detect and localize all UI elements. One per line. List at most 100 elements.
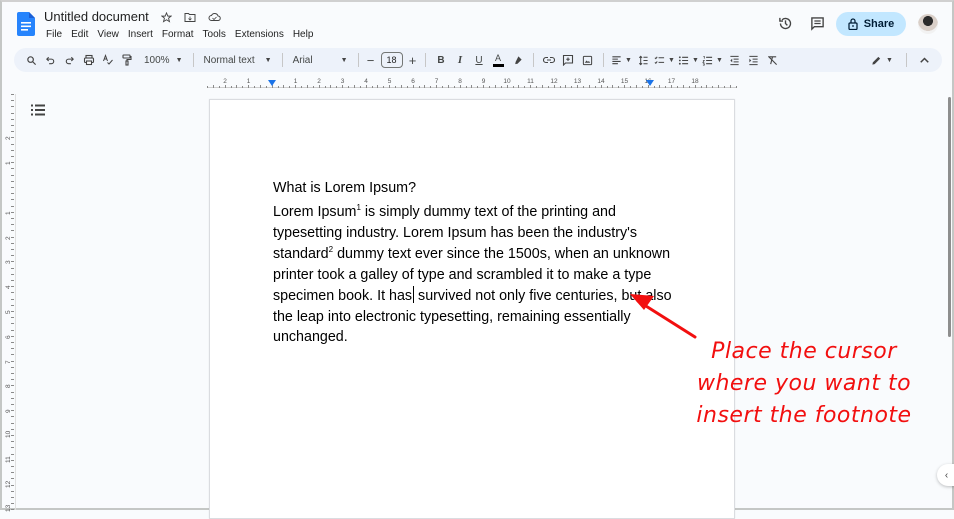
align-left-icon bbox=[612, 55, 621, 64]
user-avatar[interactable] bbox=[918, 14, 938, 34]
ruler-label: 8 bbox=[458, 78, 462, 85]
line-spacing-icon[interactable] bbox=[634, 50, 653, 70]
share-button[interactable]: Share bbox=[836, 12, 906, 36]
ruler-tick bbox=[11, 478, 14, 480]
ruler-tick bbox=[536, 86, 537, 88]
move-to-folder-icon[interactable] bbox=[183, 10, 197, 24]
ruler-tick bbox=[289, 86, 291, 88]
decrease-indent-icon[interactable] bbox=[725, 50, 744, 70]
document-outline-icon[interactable] bbox=[31, 104, 45, 116]
share-label: Share bbox=[863, 18, 895, 30]
cloud-saved-icon[interactable] bbox=[207, 10, 221, 24]
document-paragraph[interactable]: Lorem Ipsum1 is simply dummy text of the… bbox=[273, 202, 683, 348]
ruler-tick bbox=[11, 242, 14, 244]
ruler-tick bbox=[11, 441, 14, 443]
bulleted-list-dropdown[interactable]: ▼ bbox=[677, 50, 701, 70]
increase-indent-icon[interactable] bbox=[744, 50, 763, 70]
menu-tools[interactable]: Tools bbox=[203, 29, 226, 40]
version-history-icon[interactable] bbox=[775, 13, 795, 33]
increase-font-size-button[interactable]: + bbox=[407, 50, 419, 70]
document-page[interactable]: What is Lorem Ipsum? Lorem Ipsum1 is sim… bbox=[209, 99, 735, 519]
insert-image-icon[interactable] bbox=[578, 50, 597, 70]
menu-file[interactable]: File bbox=[46, 29, 62, 40]
ruler-tick bbox=[11, 397, 14, 399]
spellcheck-icon[interactable] bbox=[98, 50, 117, 70]
menu-insert[interactable]: Insert bbox=[128, 29, 153, 40]
checklist-dropdown[interactable]: ▼ bbox=[653, 50, 677, 70]
annotation-line-3: insert the footnote bbox=[696, 403, 912, 428]
text-run: Lorem Ipsum bbox=[273, 204, 357, 220]
ruler-tick bbox=[11, 180, 14, 182]
ruler-tick bbox=[700, 86, 702, 88]
ruler-label: 6 bbox=[411, 78, 415, 85]
add-comment-icon[interactable] bbox=[559, 50, 578, 70]
menu-format[interactable]: Format bbox=[162, 29, 194, 40]
text-color-icon[interactable]: A bbox=[489, 50, 508, 70]
ruler-tick bbox=[11, 428, 14, 430]
comments-icon[interactable] bbox=[807, 13, 827, 33]
paragraph-style-dropdown[interactable]: Normal text ▼ bbox=[200, 55, 276, 66]
ruler-tick bbox=[11, 218, 14, 219]
ruler-tick bbox=[624, 85, 626, 88]
ruler-tick bbox=[447, 85, 449, 88]
menu-view[interactable]: View bbox=[97, 29, 119, 40]
ruler-label: 9 bbox=[481, 78, 486, 85]
vertical-scrollbar[interactable] bbox=[948, 97, 951, 337]
document-heading[interactable]: What is Lorem Ipsum? bbox=[273, 178, 683, 199]
ruler-tick bbox=[588, 85, 590, 88]
ruler-tick bbox=[265, 86, 267, 88]
editing-mode-dropdown[interactable]: ▼ bbox=[868, 50, 896, 70]
ruler-tick bbox=[218, 86, 220, 88]
menu-help[interactable]: Help bbox=[293, 29, 314, 40]
document-title[interactable]: Untitled document bbox=[44, 9, 149, 24]
bold-icon[interactable]: B bbox=[432, 50, 451, 70]
vertical-ruler[interactable]: 2 1 1 2 3 4 5 6 7 8 9 10 11 12 13 bbox=[4, 94, 16, 512]
font-size-input[interactable]: 18 bbox=[380, 52, 403, 68]
chevron-down-icon: ▼ bbox=[340, 56, 348, 64]
hide-menus-chevron-up-icon[interactable] bbox=[915, 50, 934, 70]
app-window: Untitled document File Edit View Insert … bbox=[0, 0, 954, 519]
align-dropdown[interactable]: ▼ bbox=[610, 50, 634, 70]
divider bbox=[357, 53, 359, 67]
horizontal-ruler[interactable]: 2 1 1 2 3 4 5 6 7 8 9 10 11 12 13 14 15 16 17 18 bbox=[207, 78, 737, 90]
zoom-dropdown[interactable]: 100% ▼ bbox=[140, 55, 187, 66]
clear-formatting-icon[interactable] bbox=[763, 50, 782, 70]
bulleted-list-icon bbox=[678, 55, 689, 65]
document-body[interactable]: What is Lorem Ipsum? Lorem Ipsum1 is sim… bbox=[273, 178, 683, 348]
ruler-tick bbox=[383, 86, 385, 88]
ruler-tick bbox=[412, 85, 414, 88]
undo-icon[interactable] bbox=[41, 50, 60, 70]
ruler-tick bbox=[353, 85, 355, 88]
left-indent-marker[interactable] bbox=[268, 80, 276, 86]
chevron-left-icon: ‹ bbox=[944, 469, 949, 481]
insert-link-icon[interactable] bbox=[540, 50, 559, 70]
ruler-tick bbox=[11, 267, 14, 269]
ruler-tick bbox=[11, 354, 14, 356]
italic-icon[interactable]: I bbox=[451, 50, 470, 70]
menu-edit[interactable]: Edit bbox=[71, 29, 88, 40]
ruler-tick bbox=[11, 497, 14, 498]
side-panel-toggle[interactable]: ‹ bbox=[937, 464, 954, 486]
docs-logo-icon[interactable] bbox=[17, 12, 35, 36]
numbered-list-dropdown[interactable]: ▼ bbox=[701, 50, 725, 70]
star-icon[interactable] bbox=[159, 10, 173, 24]
search-menus-icon[interactable] bbox=[22, 50, 41, 70]
ruler-tick bbox=[11, 490, 14, 492]
ruler-label: 2 bbox=[5, 235, 12, 240]
ruler-tick bbox=[11, 391, 14, 393]
ruler-tick bbox=[524, 86, 526, 88]
ruler-tick bbox=[612, 85, 614, 88]
ruler-tick bbox=[436, 85, 438, 88]
decrease-font-size-button[interactable]: − bbox=[365, 50, 377, 70]
print-icon[interactable] bbox=[79, 50, 98, 70]
menu-extensions[interactable]: Extensions bbox=[235, 29, 284, 40]
highlight-color-icon[interactable] bbox=[508, 50, 527, 70]
underline-icon[interactable]: U bbox=[470, 50, 489, 70]
right-indent-marker[interactable] bbox=[646, 80, 654, 86]
ruler-tick bbox=[11, 168, 14, 170]
font-dropdown[interactable]: Arial ▼ bbox=[289, 55, 352, 66]
paint-format-icon[interactable] bbox=[117, 50, 136, 70]
ruler-tick bbox=[11, 292, 14, 294]
redo-icon[interactable] bbox=[60, 50, 79, 70]
ruler-tick bbox=[11, 94, 14, 95]
